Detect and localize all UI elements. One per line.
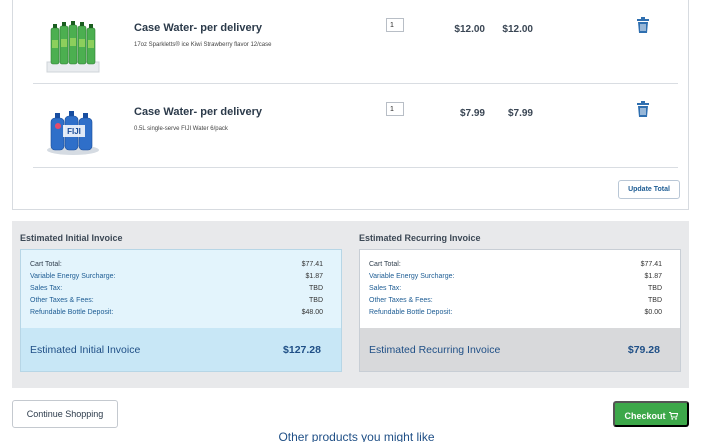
trash-icon[interactable] xyxy=(636,101,650,117)
item-description: 0.5L single-serve FIJI Water 6/pack xyxy=(134,126,228,132)
item-title: Case Water- per delivery xyxy=(134,22,262,34)
line-value: TBD xyxy=(309,297,323,304)
total-label: Estimated Initial Invoice xyxy=(30,344,141,356)
update-total-button[interactable]: Update Total xyxy=(618,180,680,199)
line-value: $77.41 xyxy=(301,261,323,268)
green-bottles-case-image xyxy=(46,21,100,73)
checkout-button[interactable]: Checkout xyxy=(613,401,689,427)
energy-surcharge-link[interactable]: Variable Energy Surcharge: xyxy=(30,273,115,280)
invoice-line: Cart Total: $77.41 xyxy=(30,261,323,273)
trash-icon[interactable] xyxy=(636,17,650,33)
invoice-line: Variable Energy Surcharge: $1.87 xyxy=(369,273,662,285)
invoice-line: Sales Tax: TBD xyxy=(30,285,323,297)
energy-surcharge-link[interactable]: Variable Energy Surcharge: xyxy=(369,273,454,280)
invoice-line: Other Taxes & Fees: TBD xyxy=(30,297,323,309)
invoice-line: Cart Total: $77.41 xyxy=(369,261,662,273)
other-taxes-link[interactable]: Other Taxes & Fees: xyxy=(369,297,433,304)
invoice-line: Refundable Bottle Deposit: $0.00 xyxy=(369,309,662,321)
line-label: Cart Total: xyxy=(369,261,401,268)
checkout-label: Checkout xyxy=(624,411,666,421)
recurring-invoice-heading: Estimated Recurring Invoice xyxy=(359,233,481,243)
unit-price: $12.00 xyxy=(454,24,485,35)
sales-tax-link[interactable]: Sales Tax: xyxy=(30,285,62,292)
cart-panel: Case Water- per delivery 17oz Sparkletts… xyxy=(12,0,689,210)
quantity-input[interactable] xyxy=(386,18,404,32)
initial-invoice-heading: Estimated Initial Invoice xyxy=(20,233,123,243)
cart-item-row: FIJI Case Water- per delivery 0.5L singl… xyxy=(13,84,688,168)
invoice-line: Variable Energy Surcharge: $1.87 xyxy=(30,273,323,285)
invoice-summary: Estimated Initial Invoice Estimated Recu… xyxy=(12,221,689,388)
line-value: $0.00 xyxy=(644,309,662,316)
recurring-invoice-total: Estimated Recurring Invoice $79.28 xyxy=(360,328,680,371)
total-value: $127.28 xyxy=(283,344,321,356)
bottle-deposit-link[interactable]: Refundable Bottle Deposit: xyxy=(30,309,113,316)
line-value: TBD xyxy=(648,297,662,304)
fiji-water-pack-image: FIJI xyxy=(47,111,99,155)
cart-item-row: Case Water- per delivery 17oz Sparkletts… xyxy=(13,0,688,84)
item-description: 17oz Sparkletts® ice Kiwi Strawberry fla… xyxy=(134,42,272,48)
line-value: $1.87 xyxy=(644,273,662,280)
quantity-input[interactable] xyxy=(386,102,404,116)
continue-shopping-button[interactable]: Continue Shopping xyxy=(12,400,118,428)
line-value: $1.87 xyxy=(305,273,323,280)
bottle-deposit-link[interactable]: Refundable Bottle Deposit: xyxy=(369,309,452,316)
sales-tax-link[interactable]: Sales Tax: xyxy=(369,285,401,292)
svg-text:FIJI: FIJI xyxy=(67,127,81,136)
total-value: $79.28 xyxy=(627,344,660,356)
invoice-line: Other Taxes & Fees: TBD xyxy=(369,297,662,309)
cart-icon xyxy=(668,412,678,420)
line-total: $12.00 xyxy=(502,24,533,35)
invoice-line: Refundable Bottle Deposit: $48.00 xyxy=(30,309,323,321)
item-title: Case Water- per delivery xyxy=(134,106,262,118)
initial-invoice-box: Cart Total: $77.41 Variable Energy Surch… xyxy=(20,249,342,372)
recurring-invoice-box: Cart Total: $77.41 Variable Energy Surch… xyxy=(359,249,681,372)
row-divider xyxy=(33,167,678,168)
unit-price: $7.99 xyxy=(459,108,485,119)
line-value: TBD xyxy=(648,285,662,292)
invoice-line: Sales Tax: TBD xyxy=(369,285,662,297)
line-value: $48.00 xyxy=(301,309,323,316)
total-label: Estimated Recurring Invoice xyxy=(369,344,501,356)
other-taxes-link[interactable]: Other Taxes & Fees: xyxy=(30,297,94,304)
line-total: $7.99 xyxy=(507,108,533,119)
other-products-heading: Other products you might like xyxy=(278,430,435,442)
line-label: Cart Total: xyxy=(30,261,62,268)
line-value: $77.41 xyxy=(640,261,662,268)
initial-invoice-total: Estimated Initial Invoice $127.28 xyxy=(21,328,341,371)
line-value: TBD xyxy=(309,285,323,292)
